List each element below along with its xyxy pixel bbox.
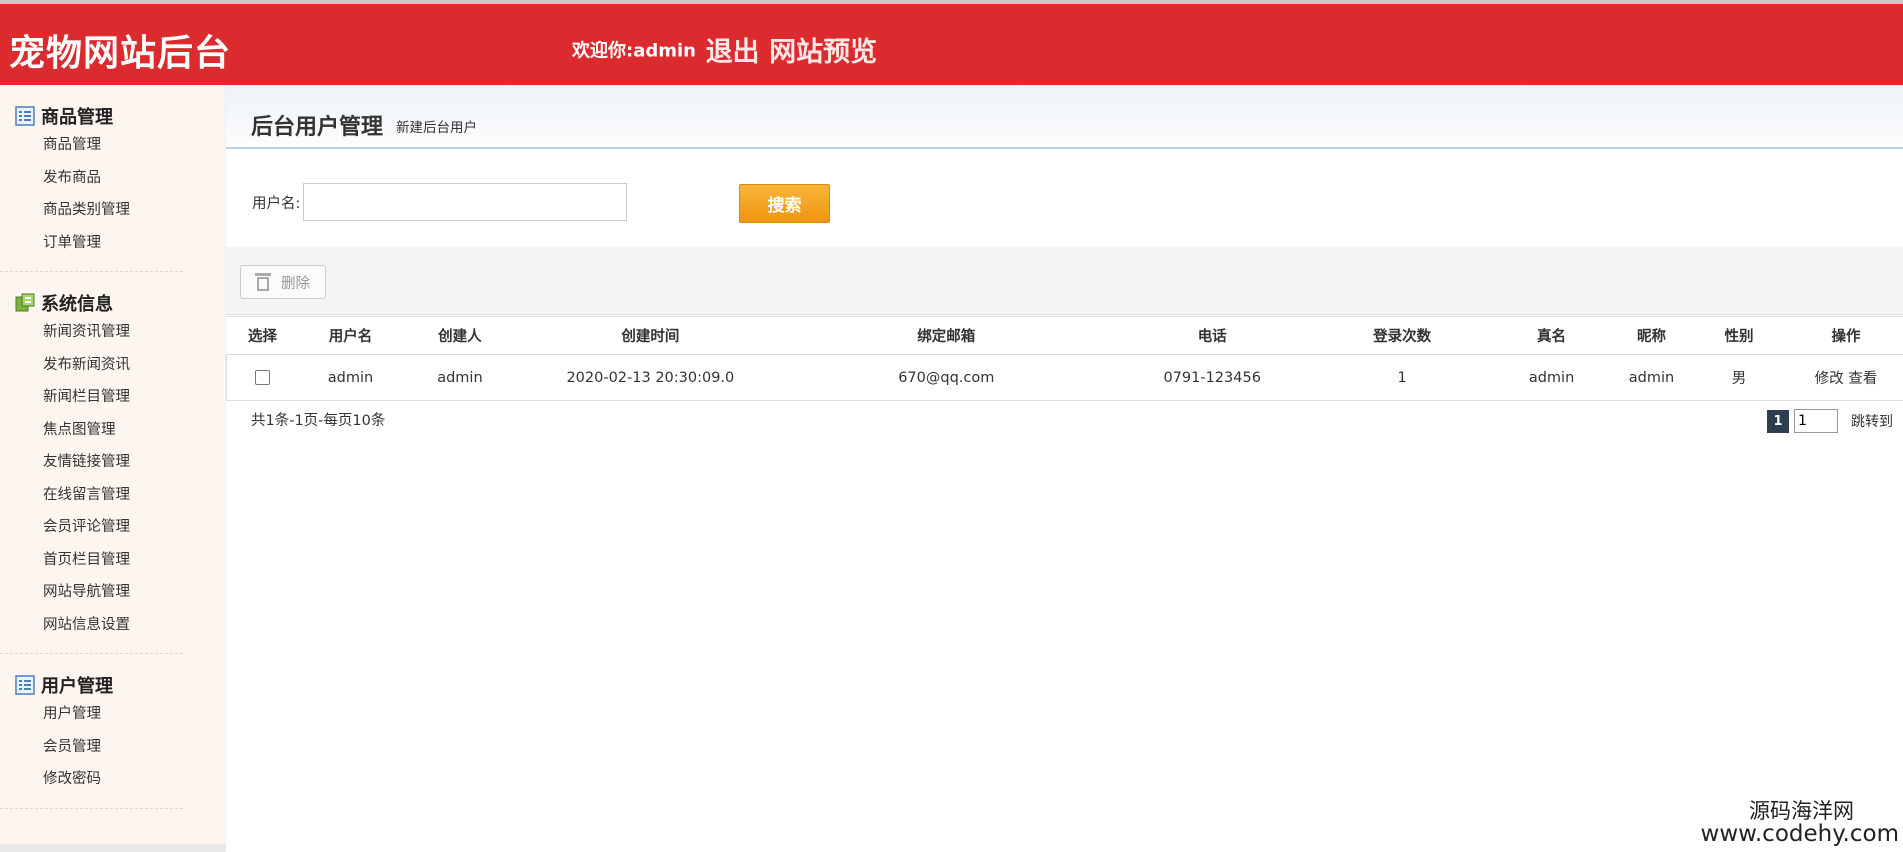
cell-nickname: admin: [1614, 354, 1690, 401]
menu-title-goods[interactable]: 商品管理: [0, 103, 183, 129]
cell-creator: admin: [402, 354, 518, 401]
col-username: 用户名: [298, 316, 403, 355]
main-content: 后台用户管理 新建后台用户 用户名: 搜索 删除 选择 用户名 创建人 创建时间…: [226, 85, 1903, 852]
sidebar-item-messages[interactable]: 在线留言管理: [0, 479, 183, 512]
col-gender: 性别: [1689, 316, 1789, 355]
page-header: 后台用户管理 新建后台用户: [226, 85, 1903, 149]
sidebar-item-member-manage[interactable]: 会员管理: [0, 731, 183, 764]
system-icon: [15, 293, 35, 313]
pagination-info: 共1条-1页-每页10条: [251, 413, 386, 429]
page-title: 后台用户管理: [251, 115, 384, 140]
welcome-text: 欢迎你:admin: [572, 40, 696, 62]
cell-phone: 0791-123456: [1109, 354, 1316, 401]
col-created-time: 创建时间: [517, 316, 784, 355]
pagination: 1 跳转到: [1767, 409, 1893, 433]
logout-link[interactable]: 退出: [706, 37, 760, 68]
row-select-cell: [226, 354, 299, 401]
row-checkbox[interactable]: [255, 370, 271, 385]
list-icon: [15, 675, 35, 695]
col-real-name: 真名: [1489, 316, 1615, 355]
sidebar-item-publish-goods[interactable]: 发布商品: [0, 162, 183, 195]
username-label: 用户名:: [252, 196, 301, 212]
cell-actions: 修改 查看: [1788, 354, 1903, 401]
menu-title-label: 商品管理: [41, 107, 113, 128]
sidebar-item-news-column[interactable]: 新闻栏目管理: [0, 381, 183, 414]
sidebar-item-orders[interactable]: 订单管理: [0, 227, 183, 260]
menu-group-users: 用户管理 用户管理 会员管理 修改密码: [0, 654, 183, 809]
sidebar-item-publish-news[interactable]: 发布新闻资讯: [0, 349, 183, 382]
cell-login-count: 1: [1315, 354, 1490, 401]
col-select: 选择: [226, 316, 299, 355]
site-logo: 宠物网站后台: [9, 33, 232, 74]
sidebar-item-user-manage[interactable]: 用户管理: [0, 698, 183, 731]
col-nickname: 昵称: [1614, 316, 1690, 355]
delete-button[interactable]: 删除: [240, 265, 326, 299]
jump-to-button[interactable]: 跳转到: [1851, 411, 1893, 431]
new-admin-user-link[interactable]: 新建后台用户: [396, 116, 477, 136]
col-email: 绑定邮箱: [783, 316, 1110, 355]
table-header-row: 选择 用户名 创建人 创建时间 绑定邮箱 电话 登录次数 真名 昵称 性别 操作: [226, 316, 1903, 355]
view-link[interactable]: 查看: [1848, 371, 1877, 387]
sidebar-item-site-nav[interactable]: 网站导航管理: [0, 576, 183, 609]
search-button[interactable]: 搜索: [739, 184, 830, 223]
menu-title-label: 系统信息: [41, 294, 113, 315]
menu-title-system[interactable]: 系统信息: [0, 290, 183, 316]
current-page-button[interactable]: 1: [1767, 409, 1789, 433]
sidebar-item-site-info[interactable]: 网站信息设置: [0, 609, 183, 642]
watermark: 源码海洋网 www.codehy.com: [1701, 800, 1899, 846]
admin-users-table: 选择 用户名 创建人 创建时间 绑定邮箱 电话 登录次数 真名 昵称 性别 操作…: [226, 316, 1903, 401]
menu-title-users[interactable]: 用户管理: [0, 672, 183, 698]
menu-group-system: 系统信息 新闻资讯管理 发布新闻资讯 新闻栏目管理 焦点图管理 友情链接管理 在…: [0, 272, 183, 654]
sidebar-item-goods-manage[interactable]: 商品管理: [0, 129, 183, 162]
sidebar-item-friend-links[interactable]: 友情链接管理: [0, 446, 183, 479]
table-toolbar: 删除: [226, 247, 1903, 315]
col-actions: 操作: [1788, 316, 1903, 355]
sidebar-item-member-comments[interactable]: 会员评论管理: [0, 511, 183, 544]
site-preview-link[interactable]: 网站预览: [769, 37, 877, 68]
list-icon: [15, 106, 35, 126]
sidebar-item-change-password[interactable]: 修改密码: [0, 763, 183, 796]
cell-real-name: admin: [1489, 354, 1615, 401]
delete-button-label: 删除: [281, 275, 310, 292]
sidebar-item-news-manage[interactable]: 新闻资讯管理: [0, 316, 183, 349]
col-phone: 电话: [1109, 316, 1316, 355]
edit-link[interactable]: 修改: [1815, 371, 1844, 387]
col-creator: 创建人: [402, 316, 518, 355]
watermark-title: 源码海洋网: [1749, 799, 1854, 823]
cell-gender: 男: [1689, 354, 1789, 401]
table-row: admin admin 2020-02-13 20:30:09.0 670@qq…: [226, 354, 1903, 401]
col-login-count: 登录次数: [1315, 316, 1490, 355]
sidebar-item-goods-category[interactable]: 商品类别管理: [0, 194, 183, 227]
cell-created-time: 2020-02-13 20:30:09.0: [517, 354, 784, 401]
watermark-url: www.codehy.com: [1700, 821, 1899, 847]
cell-email: 670@qq.com: [783, 354, 1110, 401]
sidebar: 商品管理 商品管理 发布商品 商品类别管理 订单管理 系统信息 新闻资讯管理 发…: [0, 85, 226, 852]
menu-title-label: 用户管理: [41, 676, 113, 697]
username-search-input[interactable]: [303, 183, 627, 221]
sidebar-scrollbar[interactable]: [0, 844, 226, 852]
page-number-input[interactable]: [1794, 409, 1838, 433]
trash-icon: [255, 273, 271, 291]
top-header: 宠物网站后台 欢迎你:admin 退出 网站预览: [0, 0, 1903, 85]
menu-group-goods: 商品管理 商品管理 发布商品 商品类别管理 订单管理: [0, 85, 183, 272]
cell-username: admin: [298, 354, 403, 401]
sidebar-item-focus-image[interactable]: 焦点图管理: [0, 414, 183, 447]
welcome-area: 欢迎你:admin 退出 网站预览: [572, 30, 877, 69]
sidebar-item-home-column[interactable]: 首页栏目管理: [0, 544, 183, 577]
